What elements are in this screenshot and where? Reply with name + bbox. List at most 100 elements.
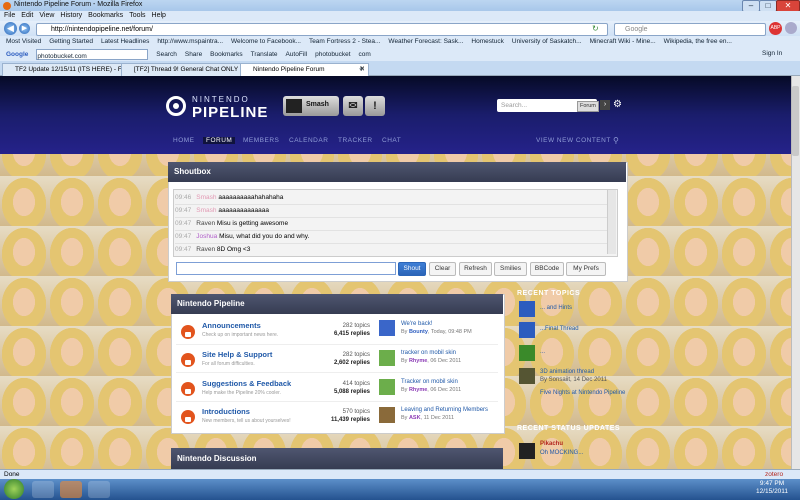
menu-view[interactable]: View [39,11,54,21]
toolbar-share-button[interactable]: Share [185,48,202,61]
site-logo-icon[interactable] [166,96,186,116]
nav-tracker[interactable]: TRACKER [338,137,373,144]
refresh-button[interactable]: Refresh [459,262,492,276]
address-bar[interactable]: http://nintendopipeline.net/forum/ [36,23,608,36]
menu-history[interactable]: History [60,11,82,21]
clear-button[interactable]: Clear [429,262,456,276]
username[interactable]: Smash [306,101,329,108]
taskbar-clock[interactable]: 9:47 PM 12/15/2011 [756,480,788,496]
search-scope-select[interactable]: Forum [577,101,599,112]
shout-input[interactable] [176,262,396,275]
toolbar-search-button[interactable]: Search [156,48,177,61]
nav-members[interactable]: MEMBERS [243,137,279,144]
tab-tf2-update[interactable]: TF2 Update 12/15/11 (ITS HERE) - F... [2,63,128,76]
nav-forum[interactable]: FORUM [203,137,236,144]
category-title[interactable]: Nintendo Discussion [177,454,257,463]
topic-avatar[interactable] [519,368,535,384]
menu-edit[interactable]: Edit [21,11,33,21]
recent-topic-link[interactable]: ...Final Thread [540,326,579,332]
site-logo-main[interactable]: PIPELINE [192,104,268,121]
last-post-user[interactable]: ASK [409,415,421,421]
google-toolbar-search[interactable]: photobucket.com [36,48,149,60]
nav-home[interactable]: HOME [173,137,195,144]
menu-help[interactable]: Help [152,11,166,21]
nav-chat[interactable]: CHAT [382,137,401,144]
bookmark-item[interactable]: Wikipedia, the free en... [664,36,732,48]
bookmark-item[interactable]: University of Saskatch... [512,36,582,48]
bookmark-item[interactable]: Most Visited [6,36,41,48]
recent-topic-link[interactable]: Five Nights at Nintendo Pipeline [540,390,625,396]
my-prefs-button[interactable]: My Prefs [566,262,606,276]
recent-topic-link[interactable]: ... [540,349,545,355]
topic-avatar[interactable] [519,322,535,338]
last-post-title[interactable]: Tracker on mobil skin [401,379,458,385]
shout-user[interactable]: Raven [196,220,215,227]
last-post-avatar[interactable] [379,320,395,336]
menu-file[interactable]: File [4,11,15,21]
google-signin[interactable]: Sign In [762,50,782,57]
reload-icon[interactable]: ↻ [592,24,599,33]
recent-topic-link[interactable]: 3D animation thread [540,369,594,375]
recent-topic-link[interactable]: ... and Hints [540,305,572,311]
shout-user[interactable]: Joshua [196,233,217,240]
last-post-title[interactable]: We're back! [401,321,432,327]
last-post-avatar[interactable] [379,379,395,395]
inbox-icon[interactable]: ✉ [343,96,363,116]
menu-bookmarks[interactable]: Bookmarks [88,11,123,21]
topic-avatar[interactable] [519,301,535,317]
page-scrollbar-thumb[interactable] [792,86,799,156]
notifications-icon[interactable]: ! [365,96,385,116]
forward-button[interactable]: ▶ [19,23,30,34]
nav-calendar[interactable]: CALENDAR [289,137,328,144]
bookmark-item[interactable]: Getting Started [49,36,93,48]
last-post-user[interactable]: Bounty [409,329,428,335]
toolbar-bookmarks-button[interactable]: Bookmarks [210,48,243,61]
media-player-taskbar-icon[interactable] [88,481,110,498]
location-pin-icon[interactable]: ⚲ [613,136,619,145]
bookmark-item[interactable]: Welcome to Facebook... [231,36,301,48]
gear-icon[interactable]: ⚙ [613,99,622,110]
bookmark-item[interactable]: Weather Forecast: Sask... [388,36,463,48]
adblock-icon[interactable]: ABP [769,22,782,35]
tab-tf2-thread[interactable]: [TF2] Thread 9! General Chat ONLY ... [121,63,247,76]
shout-button[interactable]: Shout [398,262,426,276]
last-post-avatar[interactable] [379,407,395,423]
category-title[interactable]: Nintendo Pipeline [177,299,245,308]
status-user[interactable]: Pikachu [540,441,563,447]
web-search-field[interactable]: Google [614,23,766,36]
toolbar-term[interactable]: com [358,48,370,61]
bookmark-item[interactable]: Latest Headlines [101,36,149,48]
bookmark-item[interactable]: Minecraft Wiki - Mine... [590,36,656,48]
bookmark-item[interactable]: Team Fortress 2 - Stea... [309,36,381,48]
bookmark-item[interactable]: Homestuck [471,36,504,48]
forum-name[interactable]: Suggestions & Feedback [202,379,291,388]
topic-avatar[interactable] [519,345,535,361]
last-post-user[interactable]: Rhyme [409,358,427,364]
forum-name[interactable]: Introductions [202,407,250,416]
firefox-taskbar-icon[interactable] [60,481,82,498]
shout-user[interactable]: Raven [196,246,215,253]
smilies-button[interactable]: Smilies [494,262,527,276]
menu-tools[interactable]: Tools [129,11,145,21]
forum-name[interactable]: Announcements [202,321,261,330]
home-icon[interactable] [785,22,797,34]
status-avatar[interactable] [519,443,535,459]
toolbar-term[interactable]: photobucket [315,48,350,61]
toolbar-translate-button[interactable]: Translate [251,48,278,61]
last-post-user[interactable]: Rhyme [409,387,427,393]
shout-user[interactable]: Smash [196,207,216,214]
search-icon[interactable]: › [600,100,610,110]
shout-scrollbar[interactable] [607,190,616,254]
last-post-title[interactable]: tracker on mobil skin [401,350,456,356]
start-button[interactable] [4,479,24,499]
forum-name[interactable]: Site Help & Support [202,350,272,359]
last-post-title[interactable]: Leaving and Returning Members [401,407,488,413]
back-button[interactable]: ◀ [4,22,17,35]
tab-nintendo-pipeline[interactable]: Nintendo Pipeline Forum ✕ [240,63,369,76]
shout-user[interactable]: Smash [196,194,216,201]
nav-view-new-content[interactable]: VIEW NEW CONTENT [536,137,611,144]
toolbar-autofill-button[interactable]: AutoFill [285,48,307,61]
last-post-avatar[interactable] [379,350,395,366]
new-tab-icon[interactable]: + [359,64,364,74]
bookmark-item[interactable]: http://www.mspaintra... [157,36,223,48]
